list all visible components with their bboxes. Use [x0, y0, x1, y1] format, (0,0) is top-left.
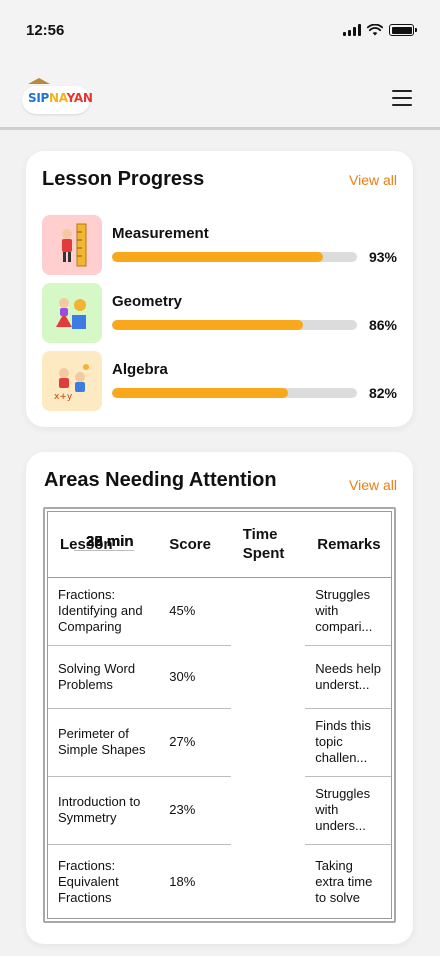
cell-score: 45% [157, 577, 231, 646]
lesson-name: Algebra [112, 361, 168, 378]
progress-fill [112, 252, 323, 262]
lesson-row-geometry[interactable]: Geometry 86% [42, 283, 397, 343]
cell-lesson: Introduction to Symmetry [48, 776, 158, 845]
attention-view-all-link[interactable]: View all [349, 477, 397, 493]
column-header-time-spent: Time Spent [230, 512, 306, 578]
lesson-progress-title: Lesson Progress [42, 168, 205, 190]
hamburger-menu-button[interactable] [392, 90, 412, 106]
lesson-progress-card: Lesson Progress View all Measurement 93% [26, 151, 413, 427]
cell-remarks: Struggles with unders... [315, 786, 371, 833]
cell-remarks: Taking extra time to solve [315, 858, 373, 906]
table-row[interactable]: Fractions: Equivalent Fractions 18% 35 m… [48, 534, 391, 920]
progress-fill [112, 388, 289, 398]
cell-score: 23% [157, 776, 231, 845]
status-time: 12:56 [26, 22, 65, 39]
wifi-icon [367, 24, 383, 36]
lesson-progress-view-all-link[interactable]: View all [349, 172, 397, 188]
areas-needing-attention-card: Areas Needing Attention View all Lesson … [26, 452, 413, 944]
lesson-name: Measurement [112, 225, 209, 242]
progress-fill [112, 320, 304, 330]
geometry-thumbnail [42, 283, 102, 343]
lesson-row-algebra[interactable]: x+y Algebra 82% [42, 351, 397, 411]
table-row[interactable]: Fractions: Identifying and Comparing 45%… [48, 534, 391, 646]
attention-title: Areas Needing Attention [44, 469, 277, 491]
attention-table-frame: Lesson Score Time Spent Remarks Fraction… [43, 507, 396, 923]
app-header: 12:56 SIPNAYAN [0, 0, 440, 130]
cell-remarks: Needs help underst... [315, 660, 382, 692]
cell-remarks: Finds this topic challen... [315, 718, 371, 765]
table-row[interactable]: Perimeter of Simple Shapes 27% 25 min Fi… [48, 534, 391, 777]
cell-lesson: Solving Word Problems [48, 645, 158, 709]
lesson-name: Geometry [112, 293, 183, 310]
cell-remarks: Struggles with compari... [315, 587, 373, 634]
measurement-icon [62, 223, 87, 267]
measurement-thumbnail [42, 215, 102, 275]
column-header-score: Score [157, 512, 231, 578]
progress-percent: 86% [368, 317, 397, 333]
table-row[interactable]: Solving Word Problems 30% 22 min Needs h… [48, 534, 391, 709]
progress-bar [112, 388, 357, 398]
cell-lesson: Perimeter of Simple Shapes [48, 708, 158, 777]
geometry-icon [56, 298, 86, 329]
app-logo[interactable]: SIPNAYAN [22, 78, 93, 116]
cell-lesson: Fractions: Equivalent Fractions [58, 858, 119, 906]
cell-score: 27% [157, 708, 231, 777]
progress-percent: 82% [368, 385, 397, 401]
attention-table: Lesson Score Time Spent Remarks Fraction… [47, 511, 392, 919]
algebra-icon: x+y [54, 364, 89, 402]
battery-icon [389, 24, 417, 36]
cell-lesson: Fractions: Identifying and Comparing [48, 577, 158, 646]
cell-time-spent: 35 min [86, 533, 134, 550]
status-icons [343, 24, 417, 36]
signal-icon [343, 24, 361, 36]
lesson-row-measurement[interactable]: Measurement 93% [42, 215, 397, 275]
progress-percent: 93% [368, 249, 397, 265]
svg-text:x+y: x+y [54, 392, 73, 402]
progress-bar [112, 320, 357, 330]
cell-score: 18% [169, 874, 196, 890]
progress-bar [112, 252, 357, 262]
column-header-remarks: Remarks [305, 512, 391, 578]
hat-icon [28, 78, 50, 84]
algebra-thumbnail: x+y [42, 351, 102, 411]
cell-score: 30% [157, 645, 231, 709]
table-row[interactable]: Introduction to Symmetry 23% 28 min Stru… [48, 534, 391, 845]
